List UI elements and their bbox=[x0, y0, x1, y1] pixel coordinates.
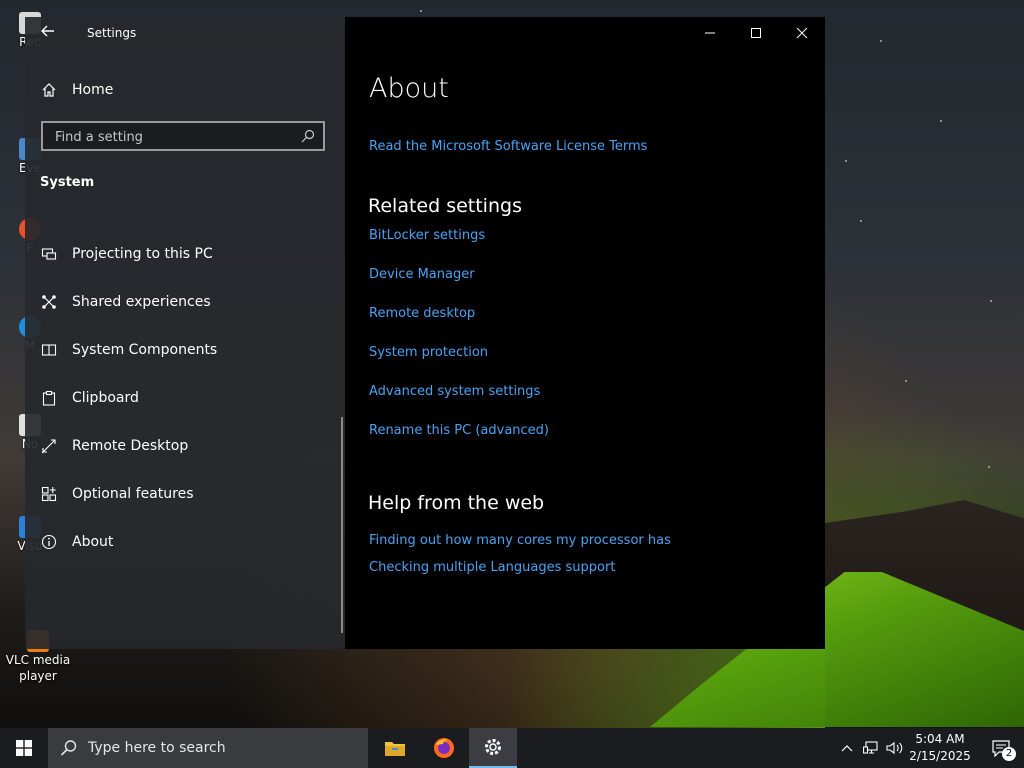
settings-sidebar: Settings Home System Projecting to this … bbox=[25, 17, 345, 649]
page-title: About bbox=[369, 73, 449, 104]
sidebar-item-projecting[interactable]: Projecting to this PC bbox=[25, 234, 345, 274]
rename-pc-link[interactable]: Rename this PC (advanced) bbox=[369, 423, 549, 438]
optional-features-icon bbox=[40, 485, 58, 503]
taskbar-clock[interactable]: 5:04 AM 2/15/2025 bbox=[905, 731, 975, 765]
sidebar-item-clipboard[interactable]: Clipboard bbox=[25, 378, 345, 418]
taskbar-search-placeholder: Type here to search bbox=[88, 740, 226, 756]
sidebar-titlebar: Settings bbox=[25, 17, 345, 49]
folder-icon bbox=[385, 742, 405, 756]
network-icon bbox=[863, 741, 878, 754]
gear-icon bbox=[485, 739, 501, 755]
windows-logo-icon bbox=[16, 740, 32, 756]
settings-taskbar-button[interactable] bbox=[469, 728, 517, 768]
action-center-button[interactable]: 2 bbox=[978, 728, 1024, 768]
device-manager-link[interactable]: Device Manager bbox=[369, 267, 475, 282]
system-protection-link[interactable]: System protection bbox=[369, 345, 488, 360]
back-arrow-icon bbox=[41, 25, 54, 37]
maximize-button[interactable] bbox=[733, 17, 779, 49]
close-button[interactable] bbox=[779, 17, 825, 49]
find-setting-input[interactable] bbox=[53, 127, 297, 147]
taskbar: Type here to search 5:04 AM 2/15/2025 2 bbox=[0, 728, 1024, 768]
file-explorer-button[interactable] bbox=[371, 728, 419, 768]
clock-date: 2/15/2025 bbox=[909, 749, 971, 763]
firefox-icon bbox=[434, 738, 454, 758]
projector-icon bbox=[40, 245, 58, 263]
network-button[interactable] bbox=[860, 728, 882, 768]
help-from-web-heading: Help from the web bbox=[368, 492, 545, 514]
find-setting-search[interactable] bbox=[41, 121, 325, 151]
volume-button[interactable] bbox=[884, 728, 906, 768]
clipboard-icon bbox=[40, 389, 58, 407]
sidebar-item-shared-experiences[interactable]: Shared experiences bbox=[25, 282, 345, 322]
search-icon[interactable] bbox=[301, 128, 317, 144]
search-icon bbox=[60, 739, 78, 757]
show-hidden-icons-button[interactable] bbox=[838, 728, 856, 768]
remote-desktop-icon bbox=[40, 437, 58, 455]
section-heading-system: System bbox=[40, 175, 95, 190]
app-title: Settings bbox=[87, 26, 137, 40]
firefox-button[interactable] bbox=[420, 728, 468, 768]
speaker-icon bbox=[886, 741, 903, 755]
clock-time: 5:04 AM bbox=[915, 732, 965, 746]
back-button[interactable] bbox=[37, 23, 59, 43]
sidebar-scrollbar[interactable] bbox=[341, 417, 343, 633]
advanced-system-settings-link[interactable]: Advanced system settings bbox=[369, 384, 540, 399]
sidebar-item-home[interactable]: Home bbox=[25, 70, 345, 110]
chevron-up-icon bbox=[841, 745, 853, 752]
sidebar-item-system-components[interactable]: System Components bbox=[25, 330, 345, 370]
sidebar-item-remote-desktop[interactable]: Remote Desktop bbox=[25, 426, 345, 466]
maximize-icon bbox=[751, 28, 761, 38]
info-icon bbox=[40, 533, 58, 551]
home-icon bbox=[40, 81, 58, 99]
related-settings-heading: Related settings bbox=[368, 195, 522, 217]
close-icon bbox=[796, 27, 808, 39]
license-terms-link[interactable]: Read the Microsoft Software License Term… bbox=[369, 139, 647, 154]
help-link-cores[interactable]: Finding out how many cores my processor … bbox=[369, 533, 671, 548]
sidebar-item-about[interactable]: About bbox=[25, 522, 345, 562]
shared-experiences-icon bbox=[40, 293, 58, 311]
system-components-icon bbox=[40, 341, 58, 359]
settings-content: About Read the Microsoft Software Licens… bbox=[345, 17, 825, 649]
remote-desktop-link[interactable]: Remote desktop bbox=[369, 306, 475, 321]
help-link-languages[interactable]: Checking multiple Languages support bbox=[369, 560, 615, 575]
sidebar-item-optional-features[interactable]: Optional features bbox=[25, 474, 345, 514]
start-button[interactable] bbox=[0, 728, 48, 768]
minimize-icon bbox=[705, 32, 715, 34]
taskbar-search-box[interactable]: Type here to search bbox=[48, 728, 368, 768]
notification-count-badge: 2 bbox=[1002, 747, 1016, 761]
minimize-button[interactable] bbox=[687, 17, 733, 49]
bitlocker-settings-link[interactable]: BitLocker settings bbox=[369, 228, 485, 243]
